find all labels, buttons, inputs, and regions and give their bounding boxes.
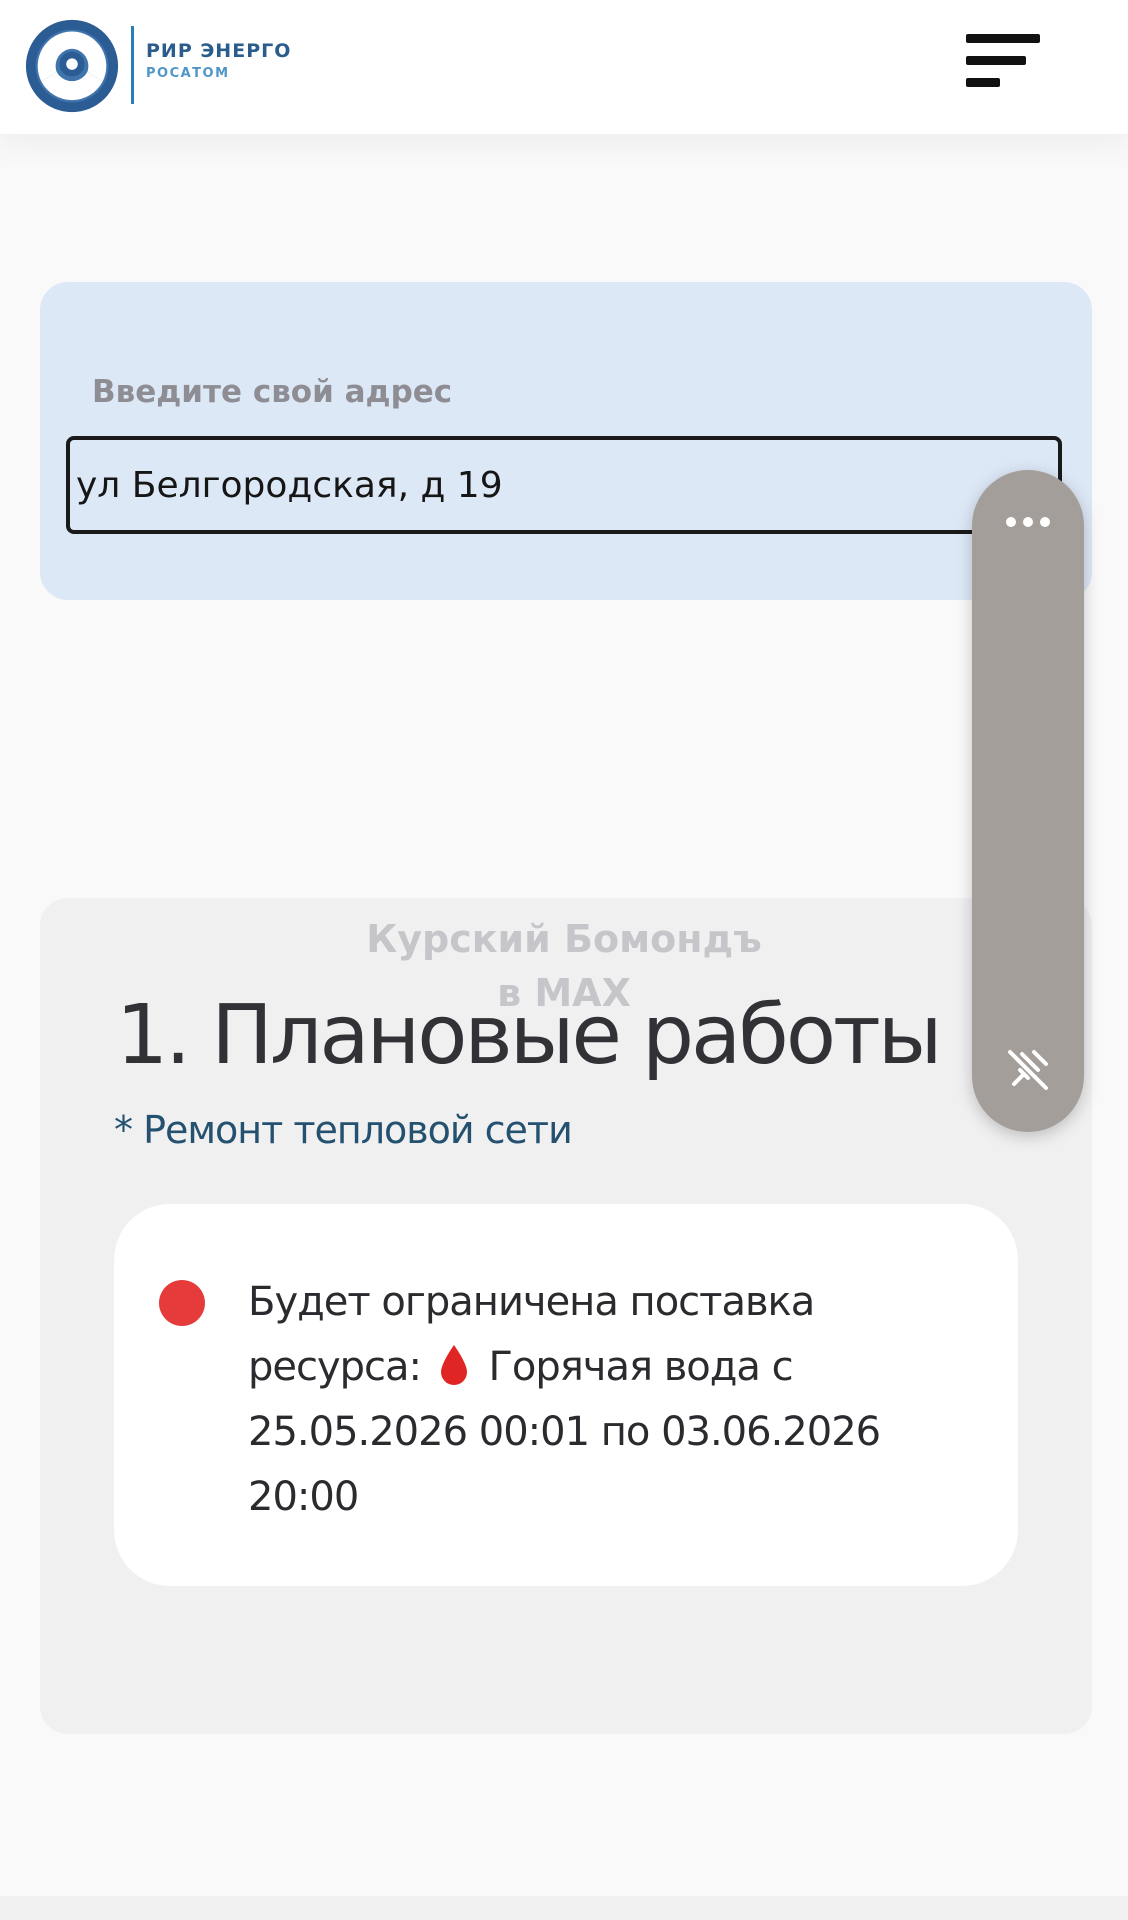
dot [1006,517,1016,527]
works-subtitle: * Ремонт тепловой сети [114,1108,573,1152]
site-header: РИР ЭНЕРГО РОСАТОМ [0,0,1128,134]
works-title: 1. Плановые работы [116,988,943,1083]
outage-notice: Будет ограничена поставка ресурса: Горяч… [114,1204,1018,1586]
bottom-bar [0,1896,1128,1920]
menu-icon[interactable] [966,30,1040,92]
logo-divider [131,26,134,104]
logo-brand-name: РИР ЭНЕРГО [146,40,292,62]
address-input[interactable] [66,436,1062,534]
menu-line [966,78,1000,87]
dot [1040,517,1050,527]
menu-line [966,34,1040,43]
unpin-icon[interactable] [998,1040,1058,1100]
water-drop-icon [440,1345,467,1385]
status-dot-icon [159,1280,205,1326]
menu-line [966,56,1026,65]
notice-text: Будет ограничена поставка ресурса: Горяч… [248,1270,978,1530]
more-dots-icon[interactable] [988,500,1068,544]
rosatom-logo-icon[interactable] [24,18,120,114]
logo-parent-brand: РОСАТОМ [146,66,230,81]
address-panel: Введите свой адрес [40,282,1092,600]
dot [1023,517,1033,527]
floating-side-panel[interactable] [972,470,1084,1132]
address-label: Введите свой адрес [92,374,453,410]
logo-text: РИР ЭНЕРГО РОСАТОМ [146,40,292,81]
